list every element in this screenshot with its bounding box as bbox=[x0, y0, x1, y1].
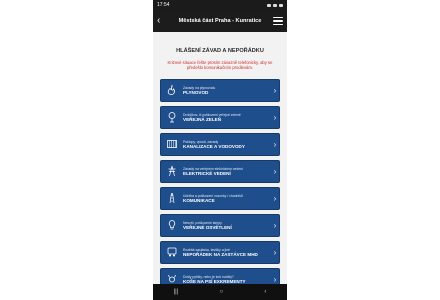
back-icon[interactable]: ‹ bbox=[264, 289, 266, 295]
back-arrow-icon[interactable]: ‹ bbox=[157, 16, 167, 26]
app-header: ‹ Městská část Praha - Kunratice bbox=[153, 10, 287, 32]
chevron-right-icon: › bbox=[273, 247, 277, 257]
category-title: KOMUNIKACE bbox=[183, 197, 215, 203]
signal-icon bbox=[273, 3, 277, 7]
page-title: Městská část Praha - Kunratice bbox=[178, 18, 262, 24]
category-item[interactable]: Závady na plynovodu PLYNOVOD › bbox=[160, 78, 280, 102]
wifi-icon bbox=[267, 3, 271, 7]
category-item[interactable]: Údržba a poškození vozovky / chodníků KOM… bbox=[160, 186, 280, 210]
category-item[interactable]: Závady na veřejném elektrickém vedení ELE… bbox=[160, 159, 280, 183]
category-title: ELEKTRICKÉ VEDENÍ bbox=[183, 170, 231, 176]
category-title: KANALIZACE A VODOVODY bbox=[183, 143, 245, 149]
category-text: Závady na plynovodu PLYNOVOD bbox=[183, 86, 271, 95]
chevron-right-icon: › bbox=[273, 139, 277, 149]
main-content: HLÁŠENÍ ZÁVAD A NEPOŘÁDKU Krizové situac… bbox=[153, 32, 287, 291]
category-text: Rozbitá zastávka, lavičky a jiné NEPOŘÁDE… bbox=[183, 248, 271, 257]
power-tower-icon bbox=[163, 162, 181, 180]
category-item[interactable]: Rozbitá zastávka, lavičky a jiné NEPOŘÁDE… bbox=[160, 240, 280, 264]
road-icon bbox=[163, 189, 181, 207]
category-text: Nesvítí, poškozené lampy VEŘEJNÉ OSVĚTLEN… bbox=[183, 221, 271, 230]
chevron-right-icon: › bbox=[273, 112, 277, 122]
phone-screen: 17:54 ‹ Městská část Praha - Kunratice H… bbox=[153, 0, 287, 300]
status-bar: 17:54 bbox=[153, 0, 287, 10]
battery-icon bbox=[279, 3, 283, 7]
category-text: Došly pytlíky, nebo je koš rozbitý? KOŠE … bbox=[183, 275, 271, 284]
grate-icon bbox=[163, 135, 181, 153]
status-time: 17:54 bbox=[157, 2, 170, 8]
home-icon[interactable]: ○ bbox=[220, 289, 224, 295]
category-list: Závady na plynovodu PLYNOVOD › Drobílkov, č… bbox=[160, 78, 280, 291]
category-item[interactable]: Nesvítí, poškozené lampy VEŘEJNÉ OSVĚTLEN… bbox=[160, 213, 280, 237]
bulb-icon bbox=[163, 216, 181, 234]
category-title: NEPOŘÁDEK NA ZASTÁVCE MHD bbox=[183, 251, 258, 257]
category-text: Poklopy, vpusti, závady KANALIZACE A VODO… bbox=[183, 140, 271, 149]
chevron-right-icon: › bbox=[273, 193, 277, 203]
bus-stop-icon bbox=[163, 243, 181, 261]
tree-icon bbox=[163, 108, 181, 126]
chevron-right-icon: › bbox=[273, 85, 277, 95]
section-heading: HLÁŠENÍ ZÁVAD A NEPOŘÁDKU bbox=[176, 48, 264, 54]
category-title: VEŘEJNÁ ZELEŇ bbox=[183, 116, 222, 122]
hamburger-menu-icon[interactable] bbox=[273, 17, 283, 25]
category-title: VEŘEJNÉ OSVĚTLENÍ bbox=[183, 224, 232, 230]
recent-apps-icon[interactable]: ||| bbox=[174, 289, 179, 295]
category-text: Údržba a poškození vozovky / chodníků KOM… bbox=[183, 194, 271, 203]
android-nav-bar: ||| ○ ‹ bbox=[153, 284, 287, 300]
category-item[interactable]: Drobílkov, či poškození veřejné zeleně VE… bbox=[160, 105, 280, 129]
chevron-right-icon: › bbox=[273, 274, 277, 284]
category-text: Drobílkov, či poškození veřejné zeleně VE… bbox=[183, 113, 271, 122]
chevron-right-icon: › bbox=[273, 166, 277, 176]
flame-icon bbox=[163, 81, 181, 99]
category-item[interactable]: Poklopy, vpusti, závady KANALIZACE A VODO… bbox=[160, 132, 280, 156]
status-icons bbox=[267, 3, 283, 7]
category-text: Závady na veřejném elektrickém vedení ELE… bbox=[183, 167, 271, 176]
chevron-right-icon: › bbox=[273, 220, 277, 230]
crisis-notice: Krizové situace řešte prosím závazně tel… bbox=[167, 60, 273, 71]
category-title: PLYNOVOD bbox=[183, 89, 209, 95]
